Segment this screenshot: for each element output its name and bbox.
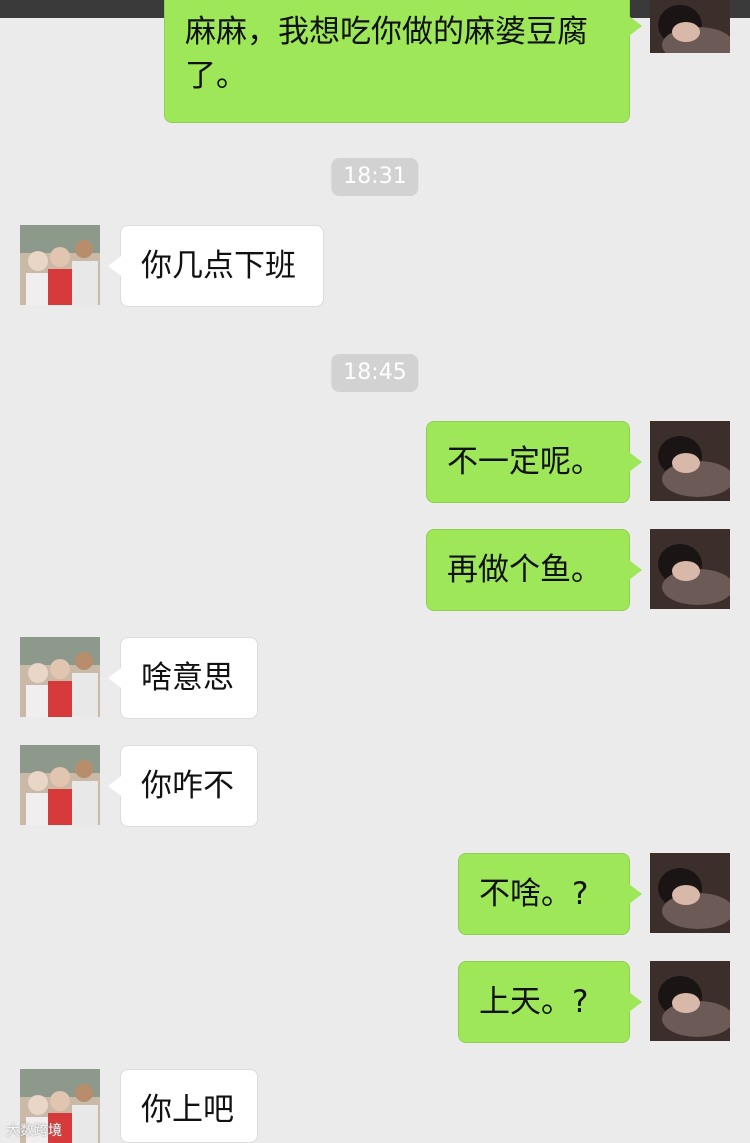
message-bubble-outgoing[interactable]: 再做个鱼。	[426, 529, 642, 611]
message-bubble-outgoing[interactable]: 麻麻，我想吃你做的麻婆豆腐了。	[164, 0, 642, 123]
message-bubble-incoming[interactable]: 你上吧	[120, 1069, 258, 1143]
message-bubble-incoming[interactable]: 你几点下班	[108, 225, 324, 307]
message-text: 不啥。?	[479, 876, 589, 912]
message-text: 啥意思	[141, 660, 234, 696]
message-bubble-outgoing[interactable]: 不啥。?	[458, 853, 642, 935]
my-avatar[interactable]	[650, 0, 730, 53]
person-avatar-icon	[650, 853, 730, 933]
contact-avatar[interactable]	[20, 637, 100, 717]
message-text: 再做个鱼。	[447, 552, 602, 588]
message-bubble-incoming[interactable]: 啥意思	[108, 637, 258, 719]
watermark-text: 大数跨境	[6, 1123, 62, 1139]
group-photo-avatar-icon	[20, 225, 100, 305]
message-text: 你几点下班	[141, 248, 296, 284]
person-avatar-icon	[650, 421, 730, 501]
message-text: 麻麻，我想吃你做的麻婆豆腐了。	[185, 14, 588, 94]
my-avatar[interactable]	[650, 529, 730, 609]
group-photo-avatar-icon	[20, 745, 100, 825]
contact-avatar[interactable]	[20, 225, 100, 305]
chat-area[interactable]: 麻麻，我想吃你做的麻婆豆腐了。 18:31 你几点下班 18:45 不一定呢。 …	[0, 0, 750, 1143]
timestamp: 18:31	[331, 158, 419, 196]
message-bubble-outgoing[interactable]: 上天。?	[458, 961, 642, 1043]
person-avatar-icon	[650, 0, 730, 53]
message-bubble-incoming[interactable]: 你咋不	[108, 745, 258, 827]
timestamp: 18:45	[331, 354, 419, 392]
group-photo-avatar-icon	[20, 637, 100, 717]
message-text: 你上吧	[141, 1092, 234, 1128]
contact-avatar[interactable]	[20, 745, 100, 825]
my-avatar[interactable]	[650, 853, 730, 933]
message-text: 不一定呢。	[447, 444, 602, 480]
my-avatar[interactable]	[650, 421, 730, 501]
watermark: 大数跨境	[6, 1120, 62, 1140]
message-text: 你咋不	[141, 768, 234, 804]
message-bubble-outgoing[interactable]: 不一定呢。	[426, 421, 642, 503]
person-avatar-icon	[650, 961, 730, 1041]
person-avatar-icon	[650, 529, 730, 609]
my-avatar[interactable]	[650, 961, 730, 1041]
message-text: 上天。?	[479, 984, 589, 1020]
